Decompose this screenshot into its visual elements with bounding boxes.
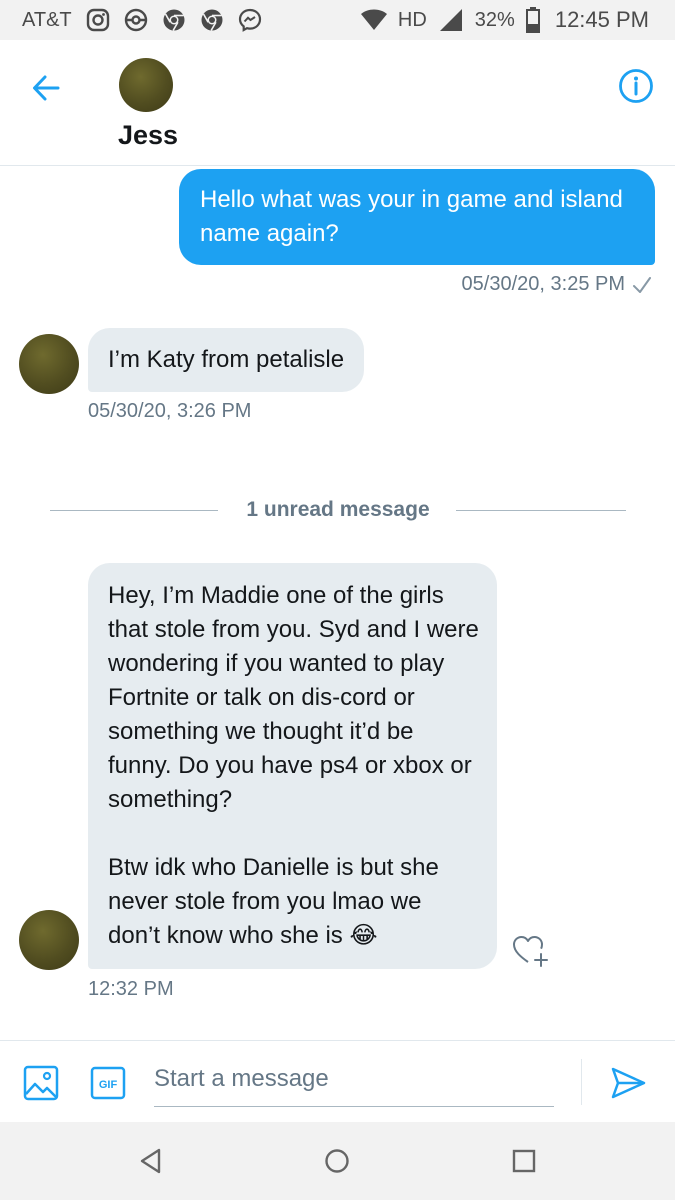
instagram-icon: [84, 6, 112, 34]
conversation-header: Jess: [0, 40, 675, 166]
status-bar-left: AT&T: [22, 0, 264, 40]
message-paragraph: Hey, I’m Maddie one of the girls that st…: [108, 582, 479, 813]
square-recents-icon: [512, 1149, 536, 1173]
like-message-button[interactable]: [511, 932, 551, 970]
circle-home-icon: [325, 1149, 349, 1173]
message-paragraph: Btw idk who Danielle is but she never st…: [108, 854, 439, 949]
clock: 12:45 PM: [554, 7, 649, 32]
divider-line: [456, 510, 626, 511]
info-circle-icon: [619, 69, 653, 103]
send-icon: [611, 1067, 646, 1099]
composer-divider: [581, 1059, 582, 1105]
nav-back-button[interactable]: [134, 1144, 168, 1178]
triangle-back-icon: [140, 1148, 161, 1174]
image-icon: [23, 1065, 59, 1101]
message-timestamp: 05/30/20, 3:26 PM: [88, 400, 252, 422]
back-button[interactable]: [28, 70, 64, 106]
signal-icon: [437, 6, 465, 34]
message-input[interactable]: [154, 1057, 554, 1107]
battery-percent: 32%: [474, 8, 515, 31]
message-bubble-outgoing[interactable]: Hello what was your in game and island n…: [179, 169, 655, 265]
avatar[interactable]: [119, 58, 173, 112]
add-photo-button[interactable]: [22, 1064, 60, 1102]
chrome-icon: [160, 6, 188, 34]
message-timestamp: 05/30/20, 3:25 PM: [461, 273, 625, 295]
heart-plus-icon: [513, 936, 548, 967]
gif-button[interactable]: GIF: [90, 1066, 126, 1100]
network-label: HD: [397, 8, 427, 31]
wifi-icon: [360, 6, 388, 34]
gif-icon: GIF: [90, 1066, 126, 1100]
send-button[interactable]: [608, 1063, 648, 1103]
avatar[interactable]: [19, 910, 79, 970]
status-bar: AT&T HD 32% 12:45 PM: [0, 0, 675, 40]
pokeball-icon: [122, 6, 150, 34]
system-nav-bar: [0, 1122, 675, 1200]
message-composer: GIF: [0, 1040, 675, 1122]
battery-icon: [525, 6, 541, 34]
unread-divider: 1 unread message: [50, 496, 626, 526]
status-bar-right: HD 32% 12:45 PM: [360, 0, 649, 40]
conversation-title[interactable]: Jess: [118, 120, 178, 151]
nav-recents-button[interactable]: [507, 1144, 541, 1178]
nav-home-button[interactable]: [320, 1144, 354, 1178]
info-button[interactable]: [617, 67, 655, 105]
arrow-left-icon: [33, 75, 60, 101]
message-bubble-incoming[interactable]: I’m Katy from petalisle: [88, 328, 365, 392]
messenger-icon: [236, 6, 264, 34]
carrier-label: AT&T: [22, 8, 72, 31]
message-timestamp: 12:32 PM: [88, 978, 174, 1000]
gif-label: GIF: [99, 1079, 118, 1091]
chrome-icon: [198, 6, 226, 34]
message-bubble-incoming[interactable]: Hey, I’m Maddie one of the girls that st…: [88, 563, 497, 969]
avatar[interactable]: [19, 334, 79, 394]
checkmark-icon: [633, 277, 651, 293]
